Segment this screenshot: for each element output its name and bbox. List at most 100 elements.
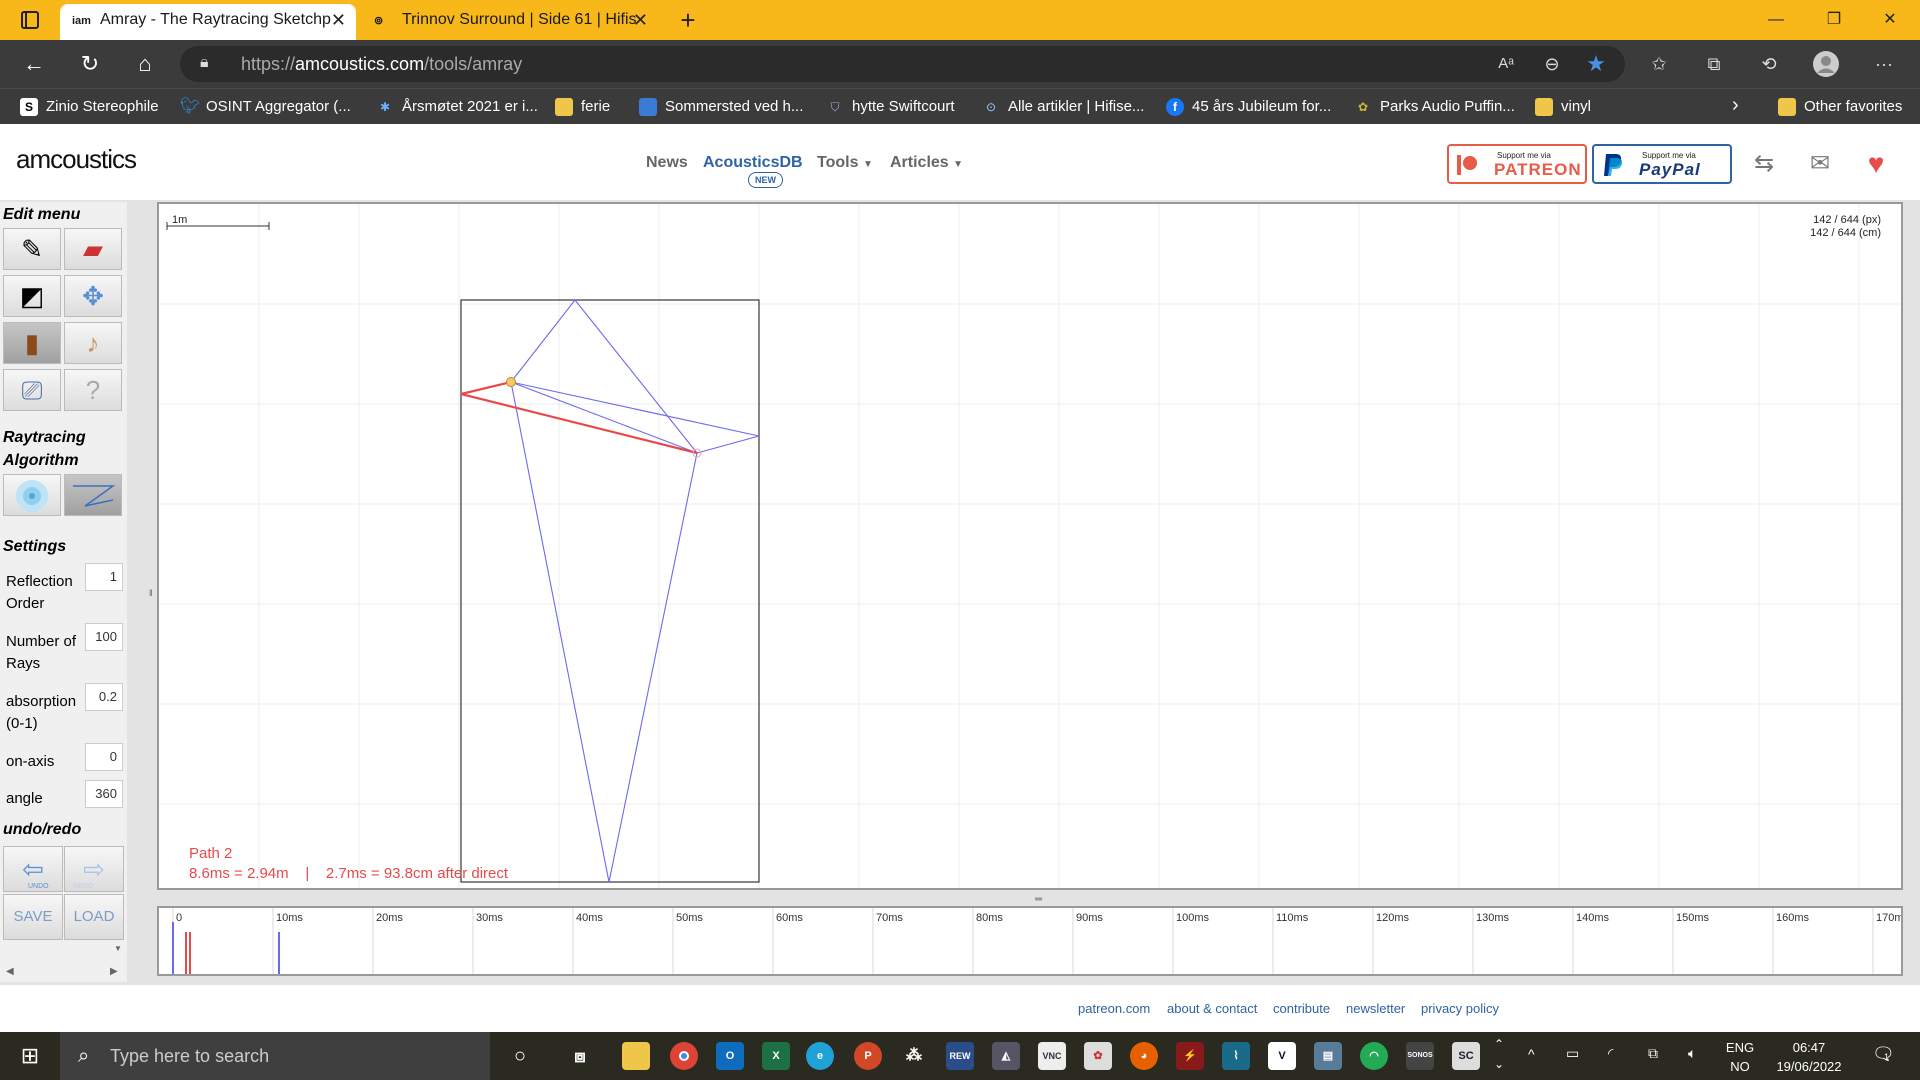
app-icon[interactable]: SC [1452, 1042, 1480, 1070]
reflector-tool-button[interactable]: ◩ [3, 275, 61, 317]
scroll-right-icon[interactable]: ▶ [110, 966, 118, 977]
tab-actions-button[interactable] [14, 8, 46, 32]
footer-newsletter-link[interactable]: newsletter [1346, 1001, 1405, 1016]
other-favorites[interactable]: Other favorites [1778, 95, 1902, 119]
mail-icon[interactable]: ✉ [1804, 148, 1836, 180]
nav-articles[interactable]: Articles ▼ [890, 154, 963, 172]
sidebar-hscrollbar[interactable]: ◀ ▶ [0, 964, 125, 981]
volume-icon[interactable]: 🔈︎ [1688, 1045, 1696, 1062]
share-icon[interactable]: ⇆ [1748, 148, 1780, 180]
draw-tool-button[interactable]: ✎ [3, 228, 61, 270]
url-field[interactable]: 🔒︎ https://amcoustics.com/tools/amray A͏… [180, 46, 1625, 82]
save-button[interactable]: SAVE [3, 894, 63, 940]
undo-button[interactable]: ⇦ UNDO [3, 846, 63, 892]
patreon-button[interactable]: Support me via PATREON [1447, 144, 1587, 184]
notifications-icon[interactable]: 🗨︎ 1 [1872, 1044, 1895, 1065]
network-icon[interactable]: ⧉ [1648, 1045, 1658, 1062]
footer-privacy-link[interactable]: privacy policy [1421, 1001, 1499, 1016]
history-icon[interactable]: ⟲ [1755, 50, 1783, 78]
powerpoint-icon[interactable]: P [854, 1042, 882, 1070]
app-icon[interactable]: ⚡ [1176, 1042, 1204, 1070]
echogram-timeline[interactable]: 0 10ms 20ms 30ms 40ms 50ms 60ms 70ms 80ms 90ms 100… [157, 906, 1903, 976]
collections-icon[interactable]: ⧉ [1700, 50, 1728, 78]
battery-icon[interactable]: ▭ [1566, 1045, 1579, 1062]
file-explorer-icon[interactable] [622, 1042, 650, 1070]
app-icon[interactable]: ▤ [1314, 1042, 1342, 1070]
favorite-item[interactable]: ⛉ hytte Swiftcourt [826, 95, 954, 119]
language-indicator[interactable]: ENG NO [1722, 1038, 1758, 1076]
tab-amray[interactable]: iam Amray - The Raytracing Sketchp ✕ [60, 4, 356, 40]
favorite-item[interactable]: vinyl [1535, 95, 1591, 119]
favorites-overflow-chevron-icon[interactable]: › [1732, 93, 1739, 117]
sidebar-resize-handle[interactable]: ‖ [149, 588, 153, 598]
footer-about-link[interactable]: about & contact [1167, 1001, 1257, 1016]
absorption-input[interactable]: 0.2 [85, 683, 123, 711]
rew-icon[interactable]: REW [946, 1042, 974, 1070]
favorite-item[interactable]: ferie [555, 95, 610, 119]
tab-close-icon[interactable]: ✕ [331, 4, 346, 36]
paypal-button[interactable]: Support me via PayPal [1592, 144, 1732, 184]
taskbar-search-box[interactable]: ⌕ Type here to search [60, 1032, 490, 1080]
taskbar-scroll[interactable]: ⌃ ⌄ [1494, 1034, 1504, 1074]
scroll-down-icon[interactable]: ▼ [114, 944, 122, 953]
nav-tools[interactable]: Tools ▼ [817, 154, 873, 172]
windows-start-icon[interactable]: ⊞ [0, 1032, 60, 1080]
tab-close-icon[interactable]: ✕ [633, 4, 648, 36]
wifi-icon[interactable]: ◜ [1608, 1045, 1613, 1062]
refresh-icon[interactable]: ↻ [76, 50, 104, 78]
read-aloud-icon[interactable]: A͏ᵃ [1492, 50, 1520, 78]
firefox-icon[interactable]: ◕ [1130, 1042, 1158, 1070]
favorite-item[interactable]: ✿ Parks Audio Puffin... [1354, 95, 1515, 119]
favorite-item[interactable]: ✱ Årsmøtet 2021 er i... [376, 95, 538, 119]
screen-settings-button[interactable]: ⎚ [3, 369, 61, 411]
angle-input[interactable]: 360 [85, 780, 123, 808]
favorite-item[interactable]: 🐦︎ OSINT Aggregator (... [180, 95, 351, 119]
panel-splitter-handle[interactable]: ═ [1035, 894, 1042, 905]
room-outline[interactable] [460, 299, 760, 883]
footer-contribute-link[interactable]: contribute [1273, 1001, 1330, 1016]
paint-icon[interactable]: ✿ [1084, 1042, 1112, 1070]
outlook-icon[interactable]: O [716, 1042, 744, 1070]
clock[interactable]: 06:47 19/06/2022 [1764, 1038, 1854, 1076]
redo-button[interactable]: ⇨ REDO [64, 846, 124, 892]
move-tool-button[interactable]: ✥ [64, 275, 122, 317]
tab-trinnov[interactable]: ⊚ Trinnov Surround | Side 61 | Hifis ✕ [362, 4, 658, 40]
nav-acousticsdb[interactable]: AcousticsDB [703, 154, 803, 172]
zoom-icon[interactable]: ⊖ [1538, 50, 1566, 78]
on-axis-input[interactable]: 0 [85, 743, 123, 771]
heart-icon[interactable]: ♥ [1860, 148, 1892, 180]
favorite-item[interactable]: ⊙ Alle artikler | Hifise... [982, 95, 1144, 119]
chrome-icon[interactable] [670, 1042, 698, 1070]
footer-patreon-link[interactable]: patreon.com [1078, 1001, 1150, 1016]
profile-avatar[interactable] [1812, 50, 1840, 78]
excel-icon[interactable]: X [762, 1042, 790, 1070]
favorites-icon[interactable]: ✩ [1645, 50, 1673, 78]
home-icon[interactable]: ⌂ [131, 50, 159, 78]
sonos-icon[interactable]: SONOS [1406, 1042, 1434, 1070]
more-icon[interactable]: ··· [1870, 50, 1898, 78]
app-icon[interactable]: ◭ [992, 1042, 1020, 1070]
raytracing-canvas[interactable]: 1m 142 / 644 (px) 142 / 644 (cm) Path 2 … [157, 202, 1903, 890]
tray-overflow-icon[interactable]: ^ [1528, 1046, 1535, 1062]
task-view-icon[interactable]: ⧈ [566, 1042, 594, 1070]
scroll-left-icon[interactable]: ◀ [6, 966, 14, 977]
favorite-star-icon[interactable]: ★ [1582, 50, 1610, 78]
erase-tool-button[interactable]: ▰ [64, 228, 122, 270]
listener-tool-button[interactable]: ♪ [64, 322, 122, 364]
close-window-icon[interactable]: ✕ [1862, 0, 1918, 40]
cortana-icon[interactable]: ○ [506, 1042, 534, 1070]
rays-input[interactable]: 100 [85, 623, 123, 651]
vnc-icon[interactable]: VNC [1038, 1042, 1066, 1070]
tidal-icon[interactable]: ⁂ [900, 1042, 928, 1070]
amcoustics-logo[interactable]: amcoustics [16, 144, 137, 175]
favorite-item[interactable]: f 45 års Jubileum for... [1166, 95, 1331, 119]
radial-rays-button[interactable] [3, 474, 61, 516]
new-tab-button[interactable]: + [660, 0, 716, 40]
nav-news[interactable]: News [646, 154, 688, 172]
back-icon[interactable]: ← [20, 50, 48, 78]
app-icon[interactable]: ⌇ [1222, 1042, 1250, 1070]
reflection-order-input[interactable]: 1 [85, 563, 123, 591]
path-rays-button[interactable] [64, 474, 122, 516]
restore-icon[interactable]: ❐ [1806, 0, 1862, 40]
edge-icon[interactable]: e [806, 1042, 834, 1070]
